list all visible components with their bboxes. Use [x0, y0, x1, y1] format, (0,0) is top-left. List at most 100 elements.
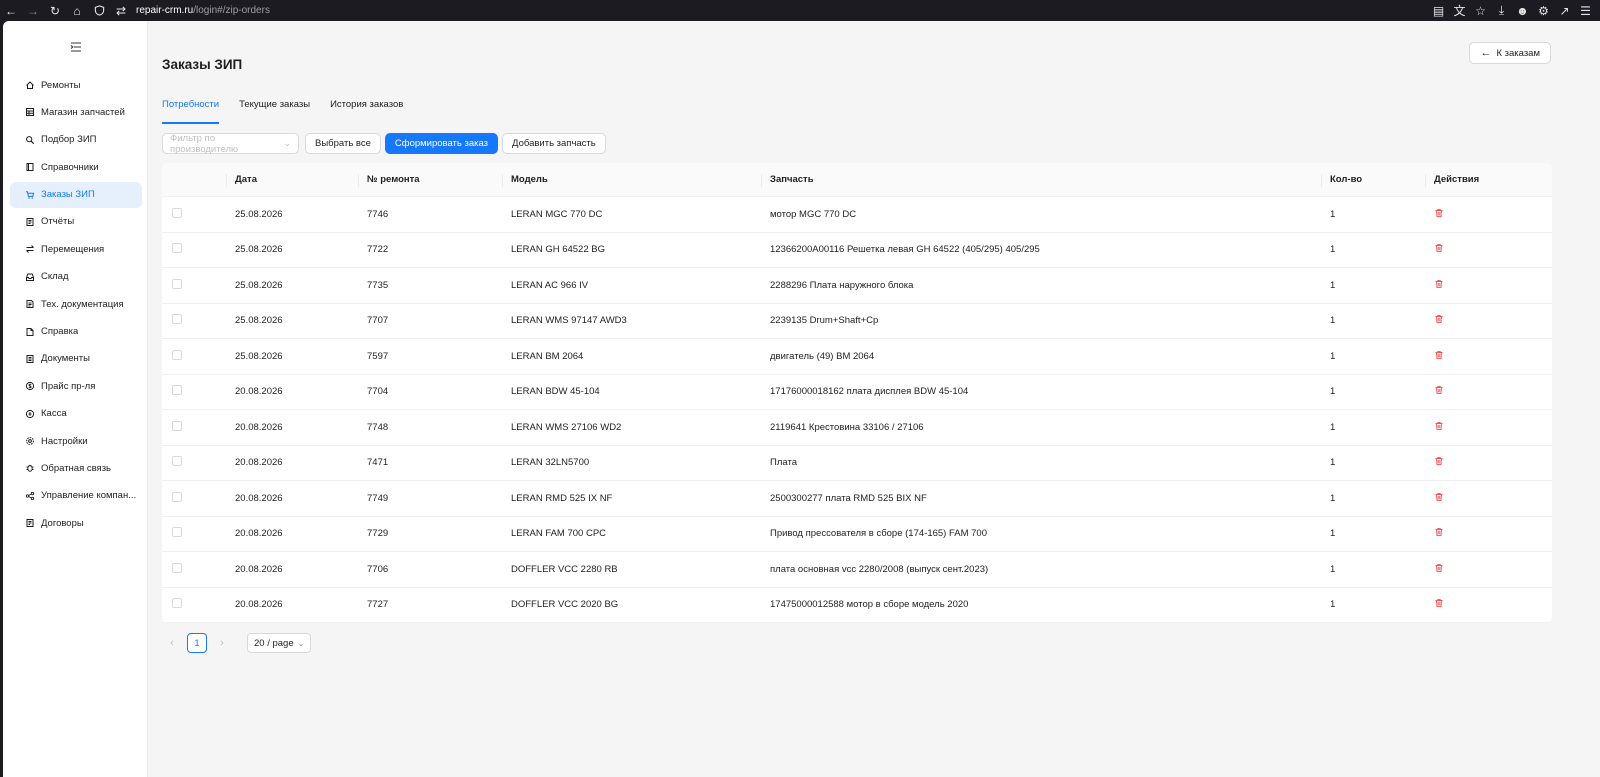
date-cell: 25.08.2026: [235, 315, 283, 327]
bookmark-star-icon[interactable]: ☆: [1470, 0, 1491, 21]
part-cell: мотор MGC 770 DC: [770, 208, 857, 220]
row-select-cell: [162, 349, 226, 363]
row-select-cell: [162, 243, 226, 256]
translate-icon[interactable]: 文: [1449, 0, 1470, 21]
trash-icon[interactable]: [1434, 563, 1444, 573]
sidebar-item-5[interactable]: Заказы ЗИП: [10, 181, 142, 208]
row-checkbox[interactable]: [172, 527, 182, 538]
select-all-button[interactable]: Выбрать все: [305, 133, 381, 154]
manufacturer-filter-select[interactable]: Фильтр по производителю ⌄: [162, 133, 299, 155]
sidebar-item-1[interactable]: Ремонты: [10, 72, 142, 98]
trash-icon[interactable]: [1434, 208, 1444, 218]
reload-icon[interactable]: ↻: [44, 0, 66, 21]
column-header-qty: Кол-во: [1321, 163, 1425, 197]
column-header-repair: № ремонта: [358, 163, 502, 197]
tab-order-history[interactable]: История заказов: [330, 99, 403, 123]
trash-icon[interactable]: [1434, 385, 1444, 395]
sidebar-item-4[interactable]: Справочники: [10, 154, 142, 180]
model-cell: LERAN WMS 27106 WD2: [511, 421, 622, 433]
row-checkbox[interactable]: [172, 314, 182, 325]
sidebar-item-10[interactable]: Справка: [10, 319, 142, 345]
sidebar-item-7[interactable]: Перемещения: [10, 236, 142, 262]
repair-number-cell: 7597: [367, 350, 389, 362]
sidebar-item-17[interactable]: Договоры: [10, 510, 142, 536]
trash-icon[interactable]: [1434, 421, 1444, 431]
model-cell: LERAN WMS 97147 AWD3: [511, 315, 627, 327]
site-permissions-icon[interactable]: ⇄: [110, 0, 132, 21]
table-row: 25.08.2026 7597 LERAN BM 2064 двигатель (49…: [162, 339, 1552, 375]
reader-view-icon[interactable]: ▤: [1428, 0, 1449, 21]
row-checkbox[interactable]: [172, 420, 182, 431]
part-cell: Плата: [770, 457, 797, 469]
trash-icon[interactable]: [1434, 279, 1444, 289]
share-icon[interactable]: ↗: [1554, 0, 1575, 21]
home-icon[interactable]: ⌂: [66, 0, 88, 21]
swap-icon: [25, 244, 35, 254]
report-icon: [25, 217, 35, 227]
part-cell: 12366200A00116 Решетка левая GH 64522 (4…: [770, 244, 1040, 256]
trash-icon[interactable]: [1434, 314, 1444, 324]
trash-icon[interactable]: [1434, 527, 1444, 537]
app-window: Ремонты Магазин запчастей Подбор ЗИП Справо…: [3, 21, 1600, 777]
sidebar-item-6[interactable]: Отчёты: [10, 209, 142, 235]
row-checkbox[interactable]: [172, 385, 182, 396]
download-icon[interactable]: ⤓: [1491, 0, 1512, 21]
sidebar-item-9[interactable]: Тех. документация: [10, 291, 142, 317]
sidebar-item-15[interactable]: Обратная связь: [10, 455, 142, 481]
account-icon[interactable]: ☻: [1512, 0, 1533, 21]
tab-current-orders[interactable]: Текущие заказы: [239, 99, 310, 123]
form-order-button[interactable]: Сформировать заказ: [384, 133, 499, 154]
collapse-menu-icon[interactable]: [69, 40, 83, 54]
trash-icon[interactable]: [1434, 598, 1444, 608]
sidebar-item-label: Настройки: [41, 435, 88, 447]
row-checkbox[interactable]: [172, 207, 182, 218]
menu-icon[interactable]: ☰: [1575, 0, 1596, 21]
trash-icon[interactable]: [1434, 350, 1444, 360]
trash-icon[interactable]: [1434, 243, 1444, 253]
trash-icon[interactable]: [1434, 492, 1444, 502]
row-checkbox[interactable]: [172, 349, 182, 360]
repair-number-cell: 7748: [367, 421, 389, 433]
row-checkbox[interactable]: [172, 278, 182, 289]
sidebar-item-2[interactable]: Магазин запчастей: [10, 99, 142, 125]
docs-icon: [25, 299, 35, 309]
sidebar-item-11[interactable]: Документы: [10, 346, 142, 372]
actions-cell: [1425, 527, 1552, 540]
actions-cell: [1425, 456, 1552, 469]
page-number[interactable]: 1: [187, 633, 207, 653]
model-cell: LERAN GH 64522 BG: [511, 244, 605, 256]
table-header: Дата № ремонта Модель Запчасть Кол-во Де…: [162, 163, 1552, 197]
next-page-icon[interactable]: ›: [212, 633, 232, 653]
sidebar-item-8[interactable]: Склад: [10, 264, 142, 290]
page-size-select[interactable]: 20 / page ⌄: [247, 633, 312, 653]
sidebar-item-3[interactable]: Подбор ЗИП: [10, 127, 142, 153]
url-bar[interactable]: repair-crm.ru/login#/zip-orders: [136, 5, 270, 16]
table-row: 20.08.2026 7706 DOFFLER VCC 2280 RB плата о…: [162, 552, 1552, 588]
back-to-orders-button[interactable]: ← К заказам: [1469, 42, 1551, 64]
trash-icon[interactable]: [1434, 456, 1444, 466]
forward-arrow-icon[interactable]: →: [22, 0, 44, 21]
actions-cell: [1425, 279, 1552, 292]
quantity-cell: 1: [1330, 492, 1336, 504]
extensions-icon[interactable]: ⚙: [1533, 0, 1554, 21]
sidebar-item-16[interactable]: Управление компан...: [10, 483, 142, 509]
row-checkbox[interactable]: [172, 456, 182, 467]
prev-page-icon[interactable]: ‹: [162, 633, 182, 653]
actions-cell: [1425, 314, 1552, 327]
add-part-button[interactable]: Добавить запчасть: [502, 133, 606, 154]
row-checkbox[interactable]: [172, 491, 182, 502]
url-path: /login#/zip-orders: [193, 5, 270, 16]
sidebar-item-12[interactable]: Прайс пр-ля: [10, 373, 142, 399]
repair-number-cell: 7704: [367, 386, 389, 398]
toolbar: Фильтр по производителю ⌄ Выбрать все Сф…: [162, 133, 610, 155]
back-arrow-icon[interactable]: ←: [0, 0, 22, 21]
sidebar-item-14[interactable]: Настройки: [10, 428, 142, 454]
repair-number-cell: 7746: [367, 208, 389, 220]
tab-needs[interactable]: Потребности: [162, 99, 220, 124]
row-checkbox[interactable]: [172, 562, 182, 573]
row-checkbox[interactable]: [172, 598, 182, 609]
date-cell: 20.08.2026: [235, 421, 283, 433]
shield-icon[interactable]: [88, 0, 110, 21]
row-checkbox[interactable]: [172, 243, 182, 254]
sidebar-item-13[interactable]: Касса: [10, 401, 142, 427]
